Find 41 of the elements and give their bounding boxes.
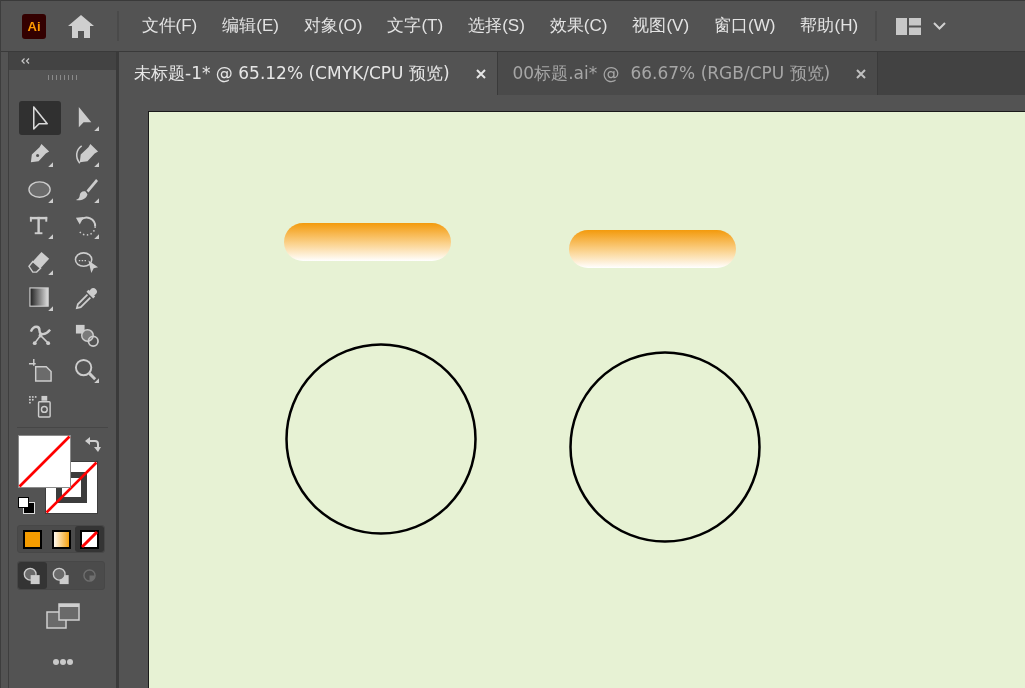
chevron-down-icon[interactable] <box>932 22 946 30</box>
shape-builder-icon <box>73 249 99 275</box>
menu-item[interactable]: 帮助(H) <box>788 11 871 41</box>
menu-item[interactable]: 选择(S) <box>455 11 538 41</box>
document-tab[interactable]: 未标题-1* @ 65.12% (CMYK/CPU 预览) <box>119 52 498 95</box>
draw-normal-icon <box>23 566 42 585</box>
color-mode-button[interactable] <box>75 526 104 552</box>
gradient-icon <box>27 285 53 311</box>
eyedropper-icon <box>73 285 99 311</box>
draw-mode-button[interactable] <box>18 562 47 589</box>
spray-can-icon <box>27 393 53 419</box>
collapse-chevrons-icon[interactable] <box>21 58 30 64</box>
gradient-swatch-icon <box>51 529 71 549</box>
home-icon[interactable] <box>68 14 94 38</box>
app-logo: Ai <box>22 13 46 39</box>
draw-inside-icon <box>83 569 97 582</box>
fill-swatch[interactable] <box>18 435 71 488</box>
eraser-icon <box>27 249 53 275</box>
curvature-pen-icon <box>73 141 99 167</box>
tool-button[interactable] <box>19 101 61 135</box>
artboard-icon <box>27 357 53 383</box>
document-tab[interactable]: 00标题.ai* @ 66.67% (RGB/CPU 预览) <box>497 52 879 95</box>
menu-item[interactable]: 对象(O) <box>291 11 375 41</box>
more-icon[interactable] <box>52 659 73 665</box>
solid-color-swatch-icon <box>22 529 42 549</box>
menu-item[interactable]: 文字(T) <box>374 11 456 41</box>
screen-mode-icon[interactable] <box>45 603 80 629</box>
menu-item[interactable]: 文件(F) <box>129 11 210 41</box>
swap-arrows-icon[interactable] <box>85 436 101 452</box>
menu-item[interactable]: 视图(V) <box>619 11 702 41</box>
zoom-icon <box>73 357 99 383</box>
workspace-layout-icon[interactable] <box>895 17 921 35</box>
no-color-swatch-icon <box>80 529 100 549</box>
menu-item[interactable]: 窗口(W) <box>701 11 788 41</box>
menu-item[interactable]: 效果(C) <box>537 11 620 41</box>
default-colors-icon[interactable] <box>18 497 35 514</box>
draw-behind-icon <box>52 566 70 585</box>
close-icon[interactable] <box>856 68 867 79</box>
menu-item[interactable]: 编辑(E) <box>209 11 292 41</box>
grip-icon[interactable] <box>48 74 77 80</box>
rotate-icon <box>73 213 99 239</box>
